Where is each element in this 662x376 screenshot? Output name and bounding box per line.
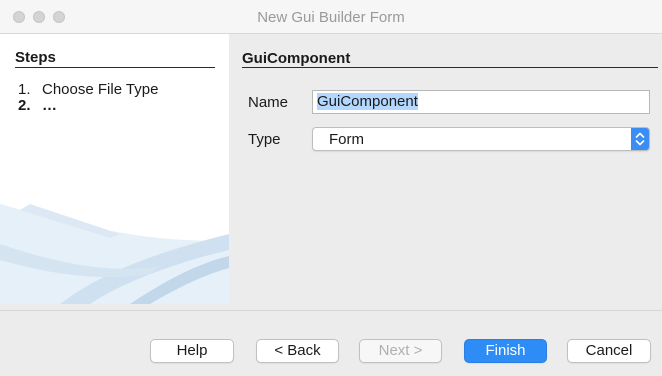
step-number: 1. [18, 81, 31, 98]
panel-divider [242, 67, 658, 68]
step-label: Choose File Type [42, 81, 159, 98]
name-label: Name [248, 94, 289, 111]
chevron-updown-icon [631, 128, 649, 150]
finish-button[interactable]: Finish [464, 339, 547, 363]
type-select[interactable]: Form [312, 127, 650, 151]
steps-divider [15, 67, 215, 68]
step-label: … [42, 97, 57, 114]
step-number: 2. [18, 97, 31, 114]
step-item-2: 2. … [18, 98, 57, 114]
back-button[interactable]: < Back [256, 339, 339, 363]
steps-heading: Steps [15, 49, 56, 66]
step-item-1: 1. Choose File Type [18, 82, 158, 98]
window-title: New Gui Builder Form [257, 9, 405, 26]
footer-divider [0, 310, 662, 311]
steps-panel: Steps 1. Choose File Type 2. … [0, 34, 229, 304]
cancel-button[interactable]: Cancel [567, 339, 651, 363]
name-field[interactable]: GuiComponent [312, 90, 650, 114]
help-button[interactable]: Help [150, 339, 234, 363]
panel-heading: GuiComponent [242, 50, 351, 67]
type-select-value: Form [329, 131, 364, 148]
type-label: Type [248, 131, 281, 148]
title-bar: New Gui Builder Form [0, 0, 662, 34]
name-field-value: GuiComponent [317, 93, 418, 110]
next-button[interactable]: Next > [359, 339, 442, 363]
wizard-swoosh-graphic [0, 204, 229, 304]
